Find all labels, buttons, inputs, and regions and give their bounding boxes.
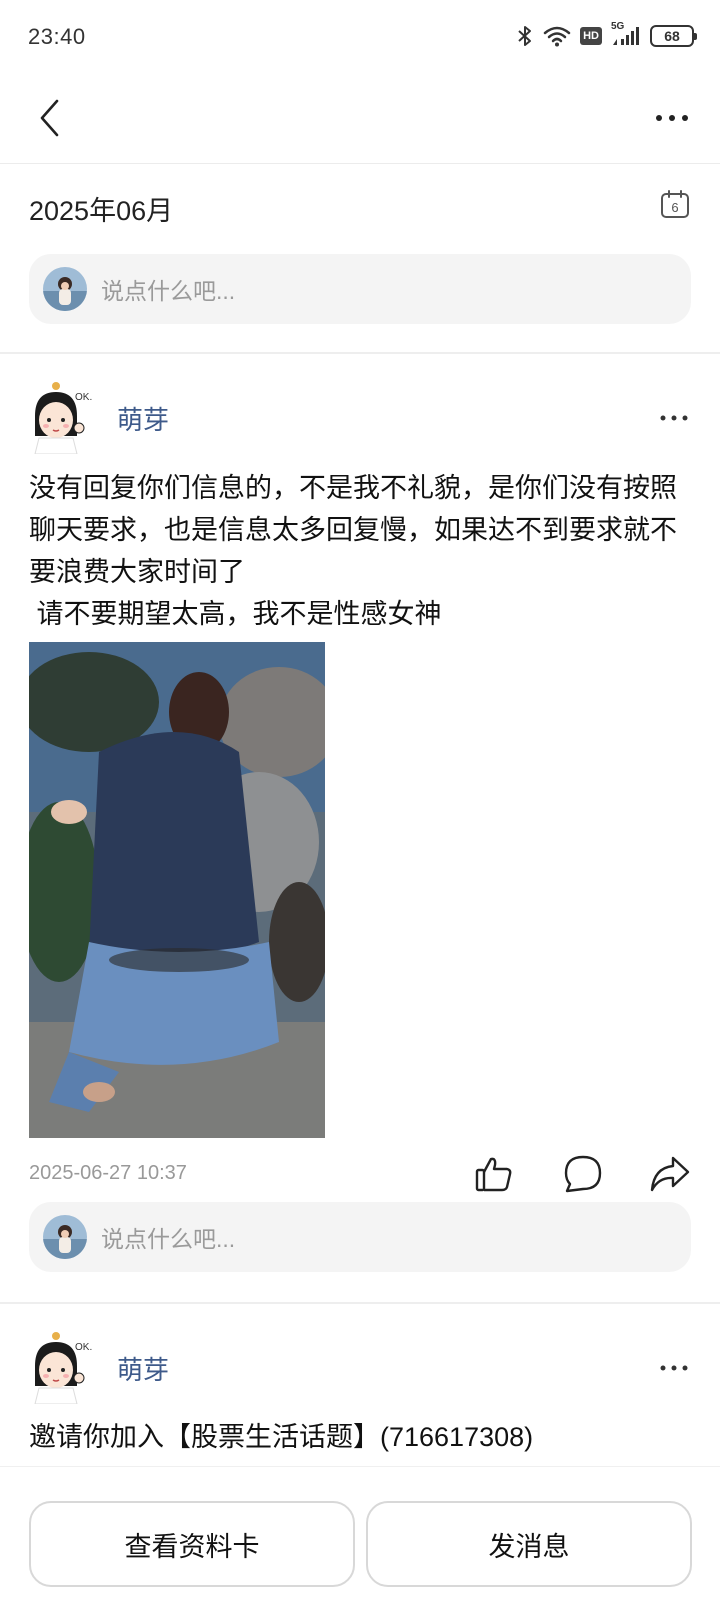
post-author-name[interactable]: 萌芽 (117, 400, 169, 437)
calendar-button[interactable]: 6 (660, 189, 690, 219)
status-icons: HD 5G 68 (516, 21, 697, 50)
author-avatar[interactable]: OK. (29, 380, 93, 455)
divider (0, 1302, 720, 1304)
post-header: OK. 萌芽 (0, 1330, 720, 1408)
comment-icon (564, 1155, 602, 1193)
comment-placeholder: 说点什么吧... (101, 278, 236, 304)
svg-text:OK.: OK. (75, 1342, 92, 1353)
post-photo[interactable] (29, 642, 325, 1138)
month-row: 2025年06月 6 (0, 165, 720, 245)
month-label: 2025年06月 (29, 196, 174, 226)
view-profile-button[interactable]: 查看资料卡 (29, 1501, 355, 1587)
hd-icon: HD (580, 27, 602, 45)
post-more-button[interactable] (654, 398, 694, 438)
bottom-action-bar: 查看资料卡 发消息 (0, 1466, 720, 1612)
post-text[interactable]: 邀请你加入【股票生活话题】(716617308) (29, 1416, 694, 1458)
svg-text:OK.: OK. (75, 392, 92, 403)
bluetooth-icon (516, 24, 534, 48)
author-avatar[interactable]: OK. (29, 1330, 93, 1405)
send-message-button[interactable]: 发消息 (366, 1501, 692, 1587)
calendar-day: 6 (671, 200, 678, 215)
nav-bar (0, 76, 720, 164)
more-horizontal-icon (660, 415, 688, 421)
more-horizontal-icon (656, 115, 688, 121)
post-footer: 2025-06-27 10:37 (0, 1152, 720, 1202)
like-button[interactable] (472, 1152, 516, 1196)
post-timestamp: 2025-06-27 10:37 (29, 1162, 187, 1184)
status-bar: 23:40 HD 5G 68 (0, 0, 720, 76)
more-button[interactable] (648, 94, 696, 142)
signal-icon: 5G (611, 21, 641, 47)
status-time: 23:40 (28, 24, 86, 49)
more-horizontal-icon (660, 1365, 688, 1371)
wifi-icon (543, 25, 571, 47)
post-text: 没有回复你们信息的，不是我不礼貌，是你们没有按照聊天要求，也是信息太多回复慢，如… (29, 473, 677, 629)
comment-placeholder: 说点什么吧... (101, 1226, 236, 1252)
share-button[interactable] (648, 1152, 692, 1196)
post-comment-input[interactable]: 说点什么吧... (29, 1202, 691, 1272)
battery-level: 68 (664, 28, 680, 44)
divider (0, 352, 720, 354)
share-icon (650, 1156, 690, 1192)
battery-icon: 68 (650, 25, 697, 47)
my-avatar (43, 267, 87, 311)
moment-comment-input[interactable]: 说点什么吧... (29, 254, 691, 324)
my-avatar (43, 1215, 87, 1259)
comment-button[interactable] (561, 1152, 605, 1196)
post-header: OK. 萌芽 (0, 380, 720, 458)
back-button[interactable] (26, 94, 74, 142)
network-label: 5G (611, 21, 625, 32)
calendar-icon: 6 (661, 190, 689, 218)
post-more-button[interactable] (654, 1348, 694, 1388)
like-icon (475, 1157, 512, 1192)
chevron-left-icon (40, 99, 59, 137)
post-author-name[interactable]: 萌芽 (117, 1350, 169, 1387)
